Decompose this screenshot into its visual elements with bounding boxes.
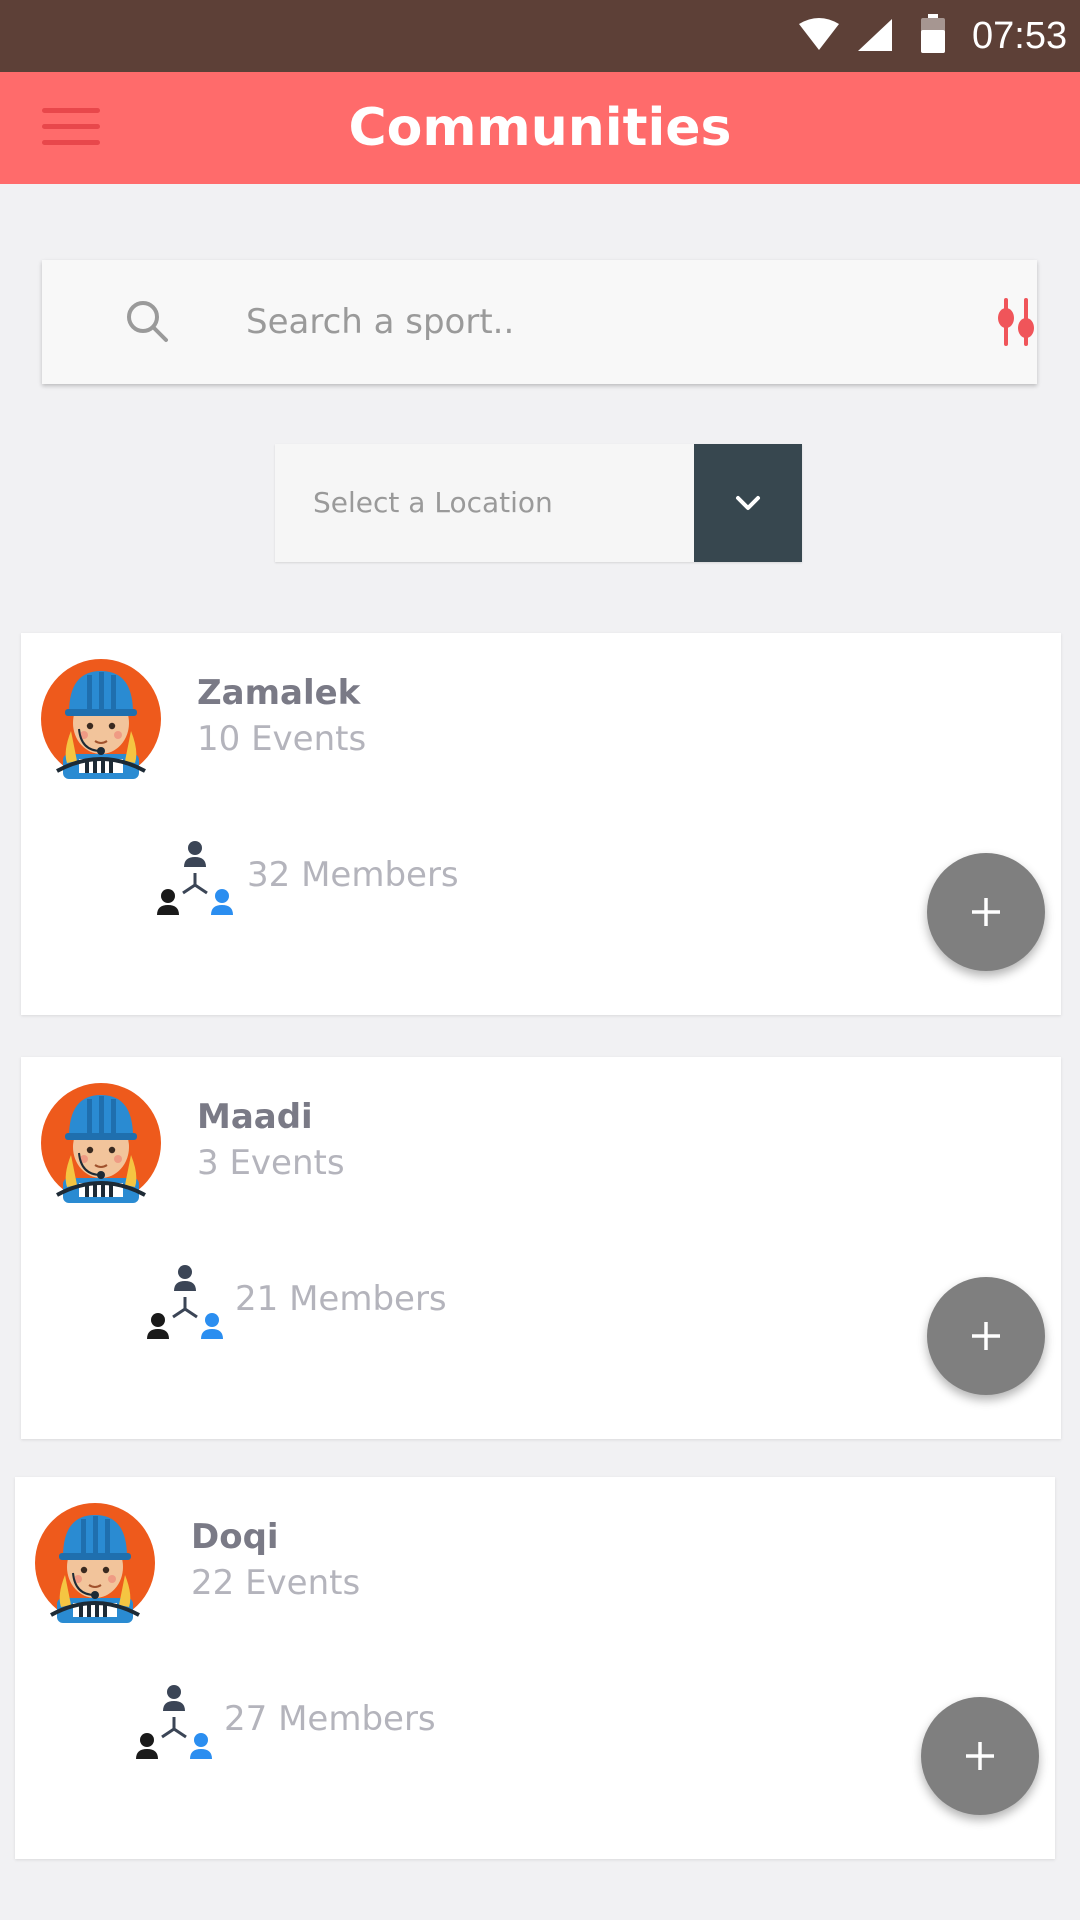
signal-icon [858,19,892,51]
community-events: 10 Events [197,719,367,759]
search-bar [42,260,1037,384]
cyclist-avatar-icon [35,1503,155,1623]
search-icon [127,301,168,342]
search-input[interactable] [244,290,884,354]
community-card-maadi[interactable]: Maadi 3 Events 21 Members [21,1057,1061,1439]
menu-icon-bar-middle [42,124,100,129]
community-name: Zamalek [197,673,361,713]
community-card-doqi[interactable]: Doqi 22 Events 27 Members [15,1477,1055,1859]
cyclist-avatar-icon [41,1083,161,1203]
wifi-icon [799,18,839,50]
chevron-down-icon [736,496,760,510]
location-select[interactable]: Select a Location [275,444,802,562]
plus-icon [966,1742,994,1770]
join-community-button[interactable] [921,1697,1039,1815]
members-network-icon [136,1685,212,1759]
menu-icon-bar-top [42,108,100,113]
community-events: 22 Events [191,1563,361,1603]
members-network-icon [157,841,233,915]
location-dropdown-button[interactable] [694,444,802,562]
plus-icon [972,898,1000,926]
filter-sliders-icon[interactable] [994,298,1038,346]
join-community-button[interactable] [927,853,1045,971]
location-select-label: Select a Location [313,486,553,519]
app-bar: Communities [0,72,1080,184]
community-members: 32 Members [247,855,459,895]
menu-button[interactable] [30,98,110,158]
menu-icon-bar-bottom [42,140,100,145]
community-name: Doqi [191,1517,279,1557]
community-members: 27 Members [224,1699,436,1739]
cyclist-avatar-icon [41,659,161,779]
community-card-zamalek[interactable]: Zamalek 10 Events 32 Members [21,633,1061,1015]
plus-icon [972,1322,1000,1350]
page-title: Communities [348,98,732,158]
members-network-icon [147,1265,223,1339]
community-members: 21 Members [235,1279,447,1319]
community-name: Maadi [197,1097,313,1137]
join-community-button[interactable] [927,1277,1045,1395]
status-bar: 07:53 [0,0,1080,72]
community-events: 3 Events [197,1143,345,1183]
status-time: 07:53 [972,15,1068,57]
battery-icon [921,14,945,53]
